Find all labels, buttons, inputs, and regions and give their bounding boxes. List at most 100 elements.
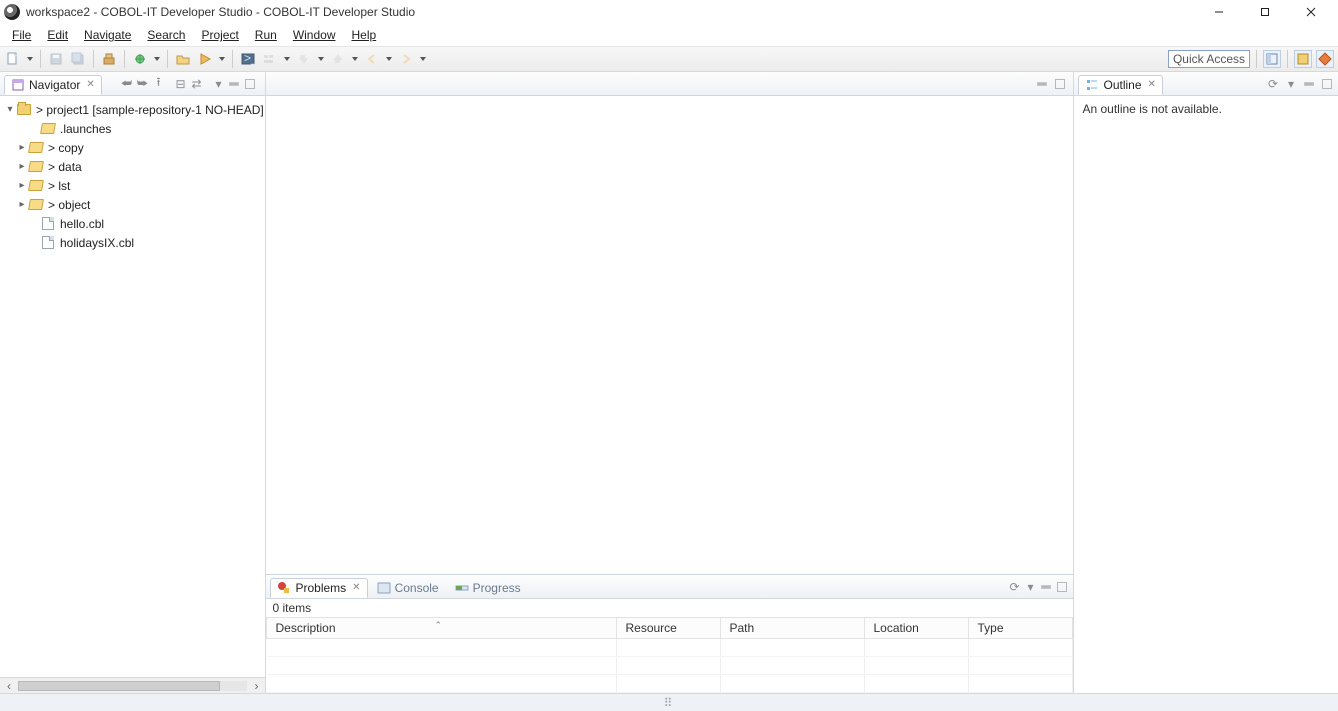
run-external-button[interactable] bbox=[196, 50, 214, 68]
maximize-window-button[interactable] bbox=[1242, 0, 1288, 24]
link-editor-icon[interactable]: ⇄ bbox=[189, 77, 203, 91]
problems-tab[interactable]: Problems ✕ bbox=[270, 578, 367, 598]
statusbar-grip-icon: ⠿ bbox=[664, 696, 675, 710]
new-button[interactable] bbox=[4, 50, 22, 68]
toggle-breadcrumb-dropdown[interactable] bbox=[283, 50, 291, 68]
console-icon bbox=[377, 581, 391, 595]
tree-lst[interactable]: > lst bbox=[0, 176, 265, 195]
terminal-button[interactable]: >_ bbox=[239, 50, 257, 68]
folder-icon bbox=[28, 161, 44, 172]
minimize-view-icon[interactable] bbox=[1039, 580, 1053, 594]
scrollbar-thumb[interactable] bbox=[18, 681, 220, 691]
forward-button[interactable] bbox=[397, 50, 415, 68]
build-button[interactable] bbox=[100, 50, 118, 68]
editor-area[interactable] bbox=[266, 96, 1073, 574]
next-annotation-dropdown[interactable] bbox=[317, 50, 325, 68]
menu-run[interactable]: Run bbox=[247, 26, 285, 44]
cobol-perspective-button[interactable] bbox=[1294, 50, 1312, 68]
new-dropdown[interactable] bbox=[26, 50, 34, 68]
save-all-button[interactable] bbox=[69, 50, 87, 68]
outline-sort-icon[interactable]: ⟳ bbox=[1266, 77, 1280, 91]
tree-data[interactable]: > data bbox=[0, 157, 265, 176]
maximize-view-icon[interactable] bbox=[1055, 580, 1069, 594]
filter-icon[interactable]: ▾ bbox=[211, 77, 225, 91]
col-path[interactable]: Path bbox=[721, 618, 865, 639]
back-nav-icon[interactable]: ⮨ bbox=[119, 77, 133, 91]
menu-window[interactable]: Window bbox=[285, 26, 344, 44]
minimize-view-icon[interactable] bbox=[1302, 77, 1316, 91]
filter-problems-icon[interactable]: ⟳ bbox=[1007, 580, 1021, 594]
table-row[interactable] bbox=[267, 657, 1073, 675]
menu-file[interactable]: File bbox=[4, 26, 39, 44]
window-title: workspace2 - COBOL-IT Developer Studio -… bbox=[26, 5, 415, 19]
minimize-view-icon[interactable] bbox=[227, 77, 241, 91]
next-annotation-button[interactable] bbox=[295, 50, 313, 68]
svg-text:>_: >_ bbox=[244, 52, 255, 65]
navigator-tab[interactable]: Navigator ✕ bbox=[4, 75, 102, 95]
menubar: File Edit Navigate Search Project Run Wi… bbox=[0, 24, 1338, 46]
col-location[interactable]: Location bbox=[865, 618, 969, 639]
open-resource-button[interactable] bbox=[174, 50, 192, 68]
app-icon bbox=[4, 4, 20, 20]
scroll-right-icon[interactable]: › bbox=[249, 680, 263, 692]
menu-project[interactable]: Project bbox=[193, 26, 246, 44]
menu-search[interactable]: Search bbox=[139, 26, 193, 44]
navigator-tree[interactable]: > project1 [sample-repository-1 NO-HEAD]… bbox=[0, 96, 265, 677]
prev-annotation-dropdown[interactable] bbox=[351, 50, 359, 68]
forward-nav-icon[interactable]: ⮩ bbox=[135, 77, 149, 91]
back-dropdown[interactable] bbox=[385, 50, 393, 68]
close-icon[interactable]: ✕ bbox=[350, 582, 360, 593]
toggle-breadcrumb-button[interactable] bbox=[261, 50, 279, 68]
maximize-view-icon[interactable] bbox=[1320, 77, 1334, 91]
prev-annotation-button[interactable] bbox=[329, 50, 347, 68]
navigator-hscrollbar[interactable]: ‹ › bbox=[0, 677, 265, 693]
col-resource[interactable]: Resource bbox=[617, 618, 721, 639]
col-description[interactable]: Description⌃ bbox=[267, 618, 617, 639]
view-menu-icon[interactable]: ▾ bbox=[1284, 77, 1298, 91]
minimize-window-button[interactable] bbox=[1196, 0, 1242, 24]
git-perspective-button[interactable] bbox=[1316, 50, 1334, 68]
tree-copy[interactable]: > copy bbox=[0, 138, 265, 157]
outline-icon bbox=[1085, 78, 1099, 92]
table-row[interactable] bbox=[267, 675, 1073, 693]
close-icon[interactable]: ✕ bbox=[1146, 79, 1156, 90]
problems-count: 0 items bbox=[266, 599, 1073, 617]
console-tab-label: Console bbox=[395, 581, 439, 595]
menu-help[interactable]: Help bbox=[344, 26, 385, 44]
debug-dropdown[interactable] bbox=[153, 50, 161, 68]
tree-launches[interactable]: .launches bbox=[0, 119, 265, 138]
table-row[interactable] bbox=[267, 639, 1073, 657]
col-type[interactable]: Type bbox=[969, 618, 1073, 639]
save-button[interactable] bbox=[47, 50, 65, 68]
titlebar: workspace2 - COBOL-IT Developer Studio -… bbox=[0, 0, 1338, 24]
up-nav-icon[interactable]: ⭱ bbox=[151, 77, 165, 91]
maximize-editor-icon[interactable] bbox=[1053, 77, 1067, 91]
quick-access-input[interactable]: Quick Access bbox=[1168, 50, 1250, 68]
tree-holidays[interactable]: holidaysIX.cbl bbox=[0, 233, 265, 252]
console-tab[interactable]: Console bbox=[370, 578, 446, 598]
run-external-dropdown[interactable] bbox=[218, 50, 226, 68]
close-icon[interactable]: ✕ bbox=[84, 79, 94, 90]
minimize-editor-icon[interactable] bbox=[1035, 77, 1049, 91]
back-button[interactable] bbox=[363, 50, 381, 68]
close-window-button[interactable] bbox=[1288, 0, 1334, 24]
outline-tab[interactable]: Outline ✕ bbox=[1078, 75, 1162, 95]
tree-hello[interactable]: hello.cbl bbox=[0, 214, 265, 233]
view-menu-icon[interactable]: ▾ bbox=[1023, 580, 1037, 594]
tree-object[interactable]: > object bbox=[0, 195, 265, 214]
scroll-left-icon[interactable]: ‹ bbox=[2, 680, 16, 692]
menu-navigate[interactable]: Navigate bbox=[76, 26, 139, 44]
collapse-all-icon[interactable]: ⊟ bbox=[173, 77, 187, 91]
menu-edit[interactable]: Edit bbox=[39, 26, 76, 44]
debug-button[interactable] bbox=[131, 50, 149, 68]
open-perspective-button[interactable] bbox=[1263, 50, 1281, 68]
cobol-file-icon bbox=[42, 236, 54, 249]
folder-icon bbox=[28, 180, 44, 191]
tree-project[interactable]: > project1 [sample-repository-1 NO-HEAD] bbox=[0, 100, 265, 119]
forward-dropdown[interactable] bbox=[419, 50, 427, 68]
maximize-view-icon[interactable] bbox=[243, 77, 257, 91]
bottom-tabs: Problems ✕ Console Progress ⟳ ▾ bbox=[266, 575, 1073, 599]
progress-tab[interactable]: Progress bbox=[448, 578, 528, 598]
problems-table[interactable]: Description⌃ Resource Path Location Type bbox=[266, 617, 1073, 693]
navigator-tab-label: Navigator bbox=[29, 78, 80, 92]
